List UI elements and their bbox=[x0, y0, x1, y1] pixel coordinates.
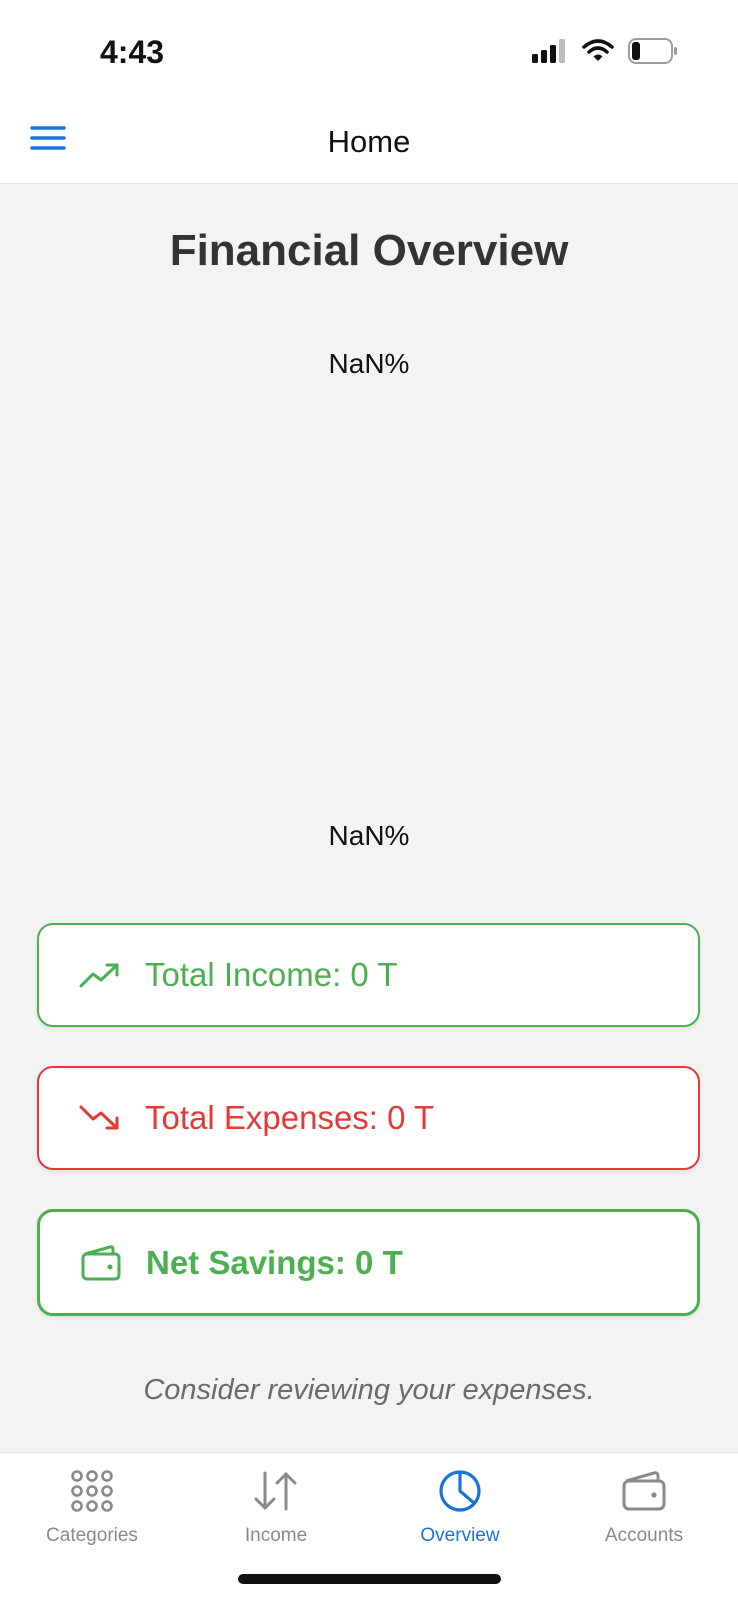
tab-income[interactable]: Income bbox=[184, 1463, 368, 1563]
wallet-icon bbox=[80, 1243, 124, 1283]
net-savings-label: Net Savings: 0 T bbox=[146, 1243, 403, 1281]
page-title: Financial Overview bbox=[169, 226, 569, 275]
chart-top-percent-label: NaN% bbox=[328, 348, 410, 379]
battery-icon bbox=[628, 38, 677, 64]
net-savings-card[interactable]: Net Savings: 0 T bbox=[37, 1209, 700, 1316]
home-indicator bbox=[238, 1574, 501, 1584]
grid-dots-icon bbox=[70, 1463, 114, 1519]
tab-overview-label: Overview bbox=[420, 1525, 500, 1546]
chart-bottom-percent-label: NaN% bbox=[328, 820, 410, 851]
status-icons bbox=[532, 38, 678, 64]
pie-chart-icon bbox=[437, 1463, 483, 1519]
header-bar: Home bbox=[0, 96, 738, 184]
total-income-label: Total Income: 0 T bbox=[145, 956, 398, 993]
total-expenses-label: Total Expenses: 0 T bbox=[145, 1099, 435, 1136]
tab-overview[interactable]: Overview bbox=[368, 1463, 552, 1563]
wifi-icon bbox=[582, 39, 614, 61]
header-title: Home bbox=[327, 124, 411, 159]
status-bar: 4:43 bbox=[0, 0, 738, 96]
advice-message: Consider reviewing your expenses. bbox=[143, 1374, 595, 1406]
trending-up-icon bbox=[79, 955, 123, 995]
tab-categories-label: Categories bbox=[46, 1525, 138, 1546]
tab-accounts[interactable]: Accounts bbox=[552, 1463, 736, 1563]
total-expenses-card[interactable]: Total Expenses: 0 T bbox=[37, 1066, 700, 1170]
total-income-card[interactable]: Total Income: 0 T bbox=[37, 923, 700, 1027]
overview-chart: NaN% NaN% bbox=[0, 330, 738, 870]
arrows-up-down-icon bbox=[253, 1463, 299, 1519]
tab-income-label: Income bbox=[244, 1525, 308, 1546]
cellular-signal-icon bbox=[532, 39, 565, 63]
tab-categories[interactable]: Categories bbox=[0, 1463, 184, 1563]
tab-accounts-label: Accounts bbox=[604, 1525, 684, 1546]
trending-down-icon bbox=[79, 1098, 123, 1138]
status-time: 4:43 bbox=[100, 34, 165, 70]
wallet-icon bbox=[621, 1463, 667, 1519]
